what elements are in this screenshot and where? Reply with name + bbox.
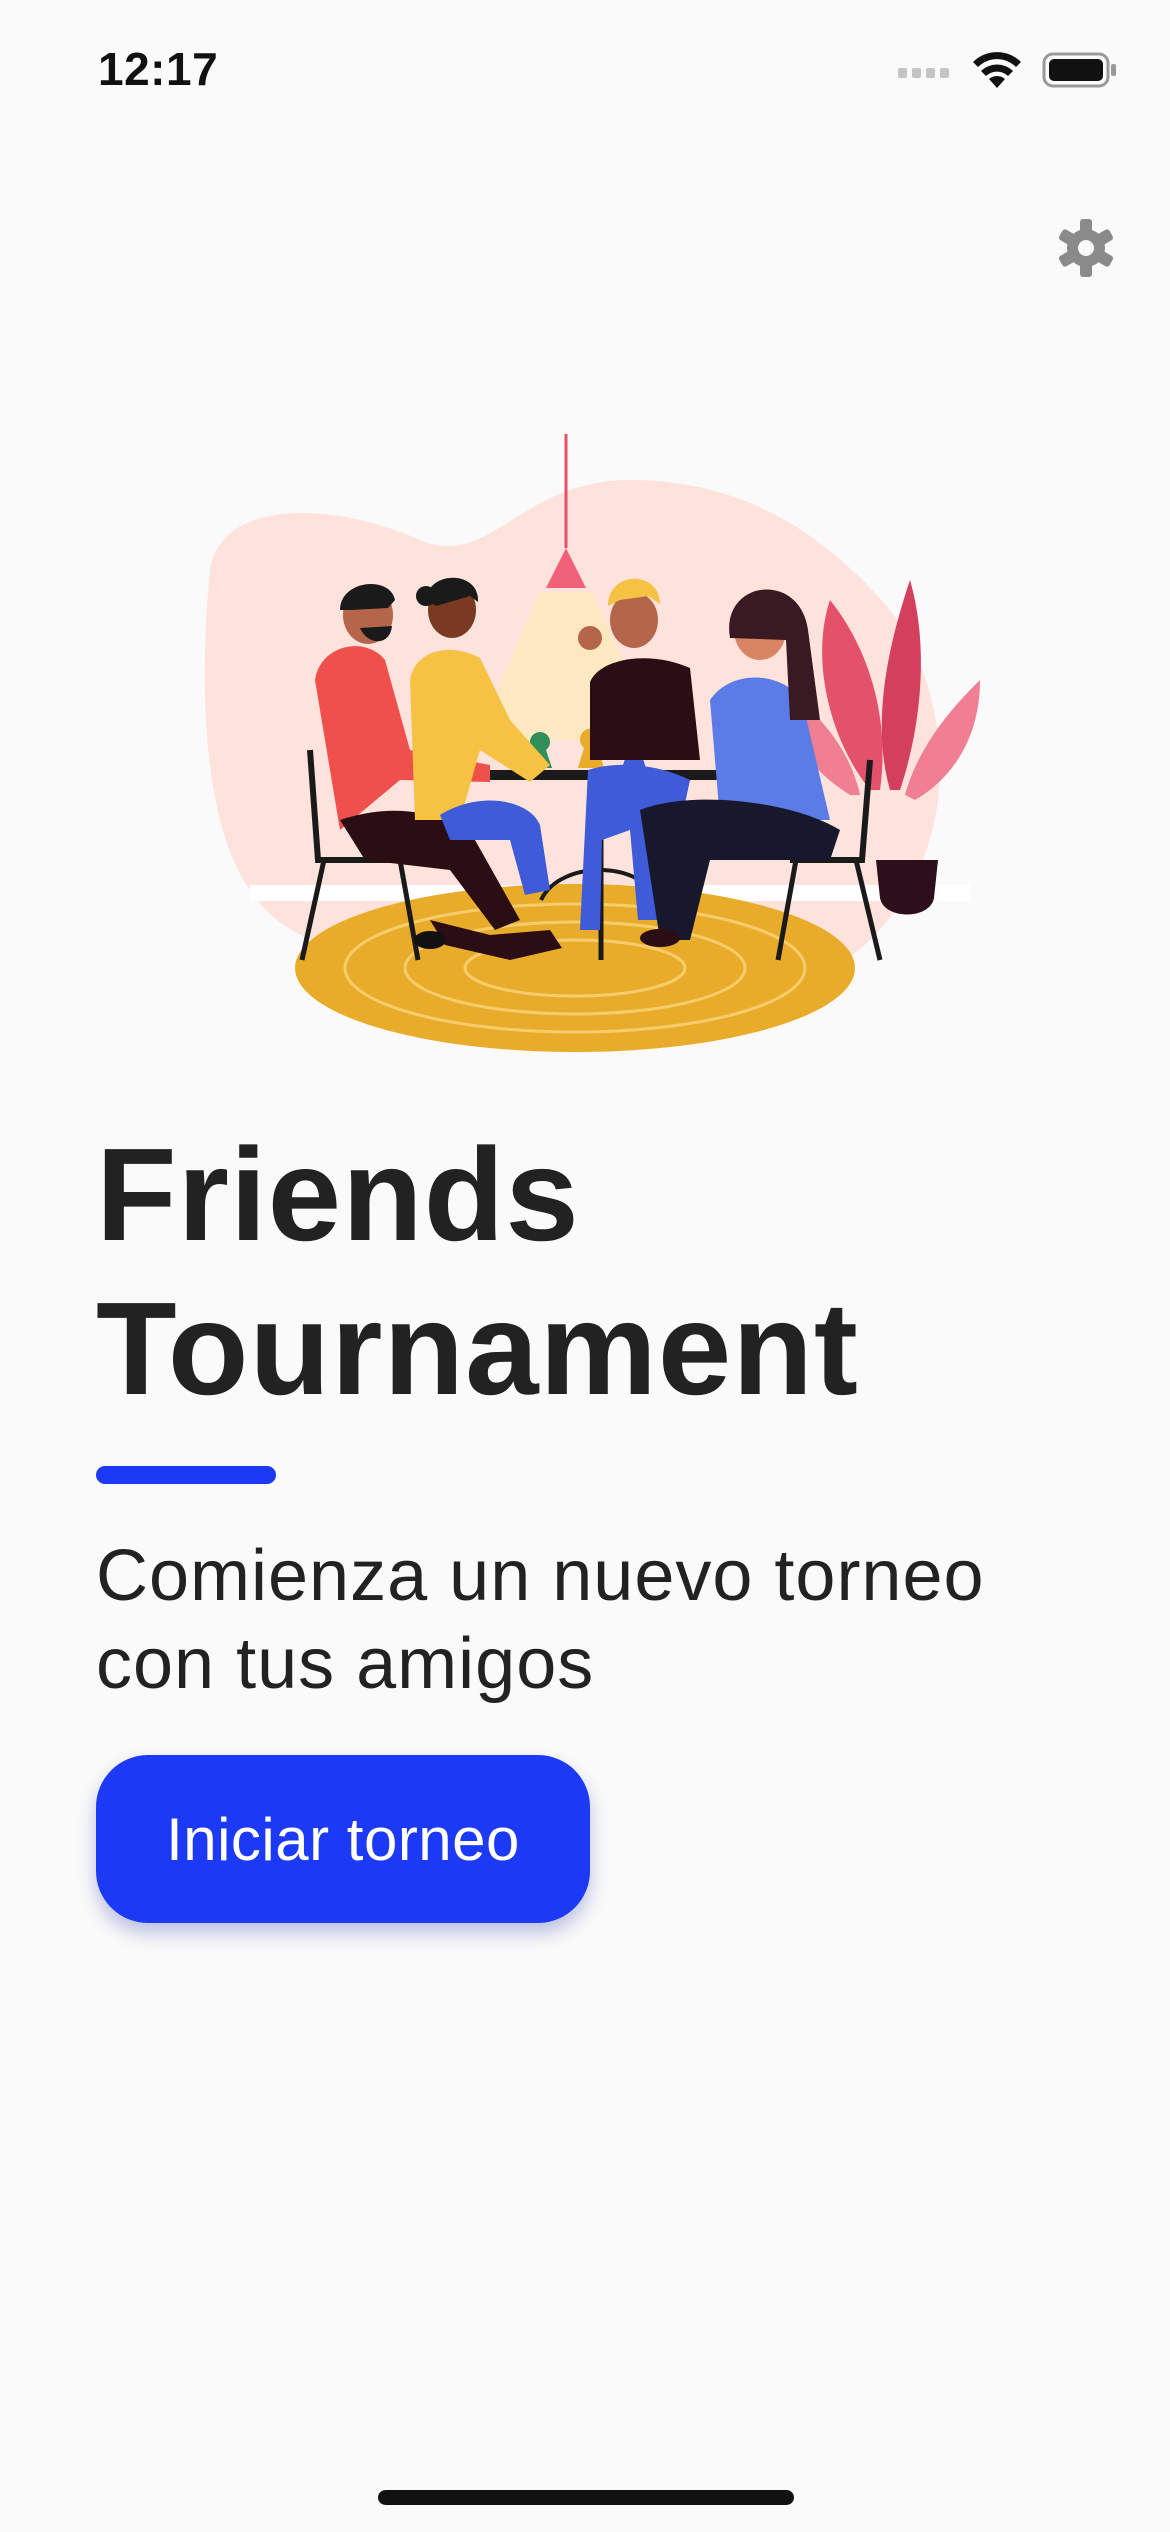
subtitle-line-2: con tus amigos [96, 1624, 595, 1704]
subtitle-line-1: Comienza un nuevo torneo [96, 1536, 985, 1616]
hero-illustration [190, 420, 990, 1060]
gear-icon [1054, 216, 1118, 285]
page-subtitle: Comienza un nuevo torneo con tus amigos [96, 1532, 1096, 1708]
battery-icon [1042, 51, 1118, 94]
home-indicator[interactable] [378, 2490, 794, 2505]
wifi-icon [970, 50, 1024, 95]
page-title: Friends Tournament [96, 1118, 1096, 1426]
status-icons [896, 50, 1118, 95]
status-time: 12:17 [98, 43, 219, 95]
settings-button[interactable] [1050, 214, 1122, 286]
title-line-2: Tournament [96, 1275, 859, 1422]
title-line-1: Friends [96, 1121, 580, 1268]
title-accent-divider [96, 1466, 276, 1484]
cellular-signal-icon [896, 60, 952, 85]
start-tournament-button[interactable]: Iniciar torneo [96, 1755, 590, 1923]
status-bar: 12:17 [0, 0, 1170, 140]
